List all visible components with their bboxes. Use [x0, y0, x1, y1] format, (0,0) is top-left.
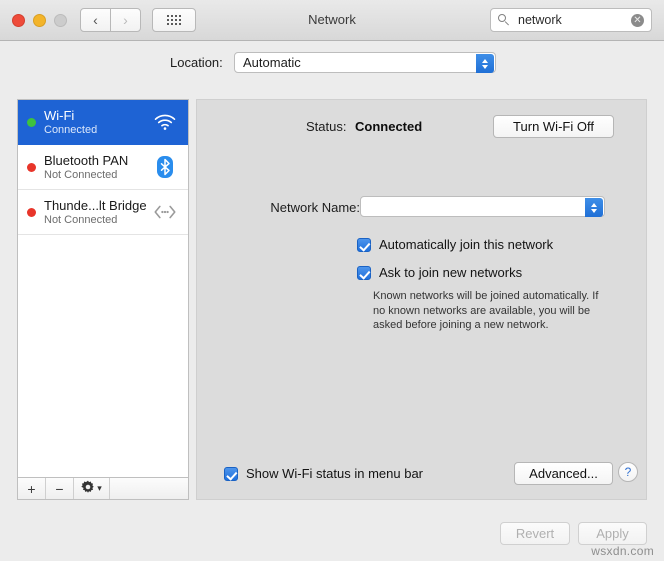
network-service-list[interactable]: Wi-Fi Connected Bluetooth PAN Not Connec [17, 99, 189, 478]
thunderbolt-bridge-icon [152, 199, 178, 225]
service-state: Connected [44, 124, 98, 136]
status-dot-disconnected [27, 162, 36, 172]
revert-label: Revert [515, 526, 555, 541]
ask-join-label: Ask to join new networks [379, 265, 523, 280]
service-name: Wi-Fi [44, 108, 75, 123]
auto-join-checkbox[interactable] [357, 238, 371, 252]
sidebar-item-wifi[interactable]: Wi-Fi Connected [18, 100, 188, 145]
location-dropdown[interactable]: Automatic [234, 52, 496, 73]
service-state: Not Connected [44, 169, 118, 181]
apply-button[interactable]: Apply [578, 522, 647, 545]
service-list-toolbar: + − ▾ [17, 478, 189, 500]
auto-join-label: Automatically join this network [379, 237, 554, 252]
location-row: Location: Automatic [0, 41, 664, 91]
service-actions-button[interactable]: ▾ [74, 478, 110, 499]
add-service-button[interactable]: + [18, 478, 46, 499]
minus-icon: − [55, 480, 64, 497]
advanced-label: Advanced... [529, 466, 598, 481]
wifi-settings-panel: Status: Connected Turn Wi-Fi Off Network… [196, 99, 647, 500]
stepper-arrows-icon[interactable] [476, 54, 494, 73]
advanced-button[interactable]: Advanced... [514, 462, 613, 485]
help-button[interactable]: ? [618, 462, 638, 482]
show-menubar-checkbox[interactable] [224, 467, 238, 481]
service-name: Bluetooth PAN [44, 153, 129, 168]
join-help-text: Known networks will be joined automatica… [373, 290, 599, 331]
service-state: Not Connected [44, 214, 118, 226]
toolbar-filler [110, 478, 188, 499]
status-label: Status: [306, 119, 347, 134]
bluetooth-icon [152, 154, 178, 180]
status-dot-disconnected [27, 207, 36, 217]
apply-label: Apply [596, 526, 629, 541]
question-mark-icon: ? [624, 465, 632, 479]
location-value: Automatic [243, 55, 301, 70]
status-value: Connected [355, 119, 423, 134]
show-menubar-checkbox-row[interactable]: Show Wi-Fi status in menu bar [224, 467, 423, 481]
turn-wifi-off-button[interactable]: Turn Wi-Fi Off [493, 115, 614, 138]
location-label: Location: [170, 55, 223, 70]
remove-service-button[interactable]: − [46, 478, 74, 499]
search-field[interactable]: network ✕ [490, 8, 652, 32]
search-icon [498, 14, 510, 26]
stepper-arrows-icon[interactable] [585, 198, 603, 217]
wifi-icon [152, 109, 178, 135]
gear-icon [81, 480, 95, 497]
auto-join-checkbox-row[interactable]: Automatically join this network [357, 238, 553, 252]
clear-search-icon[interactable]: ✕ [631, 13, 644, 27]
network-name-label: Network Name: [270, 200, 360, 215]
ask-join-checkbox[interactable] [357, 266, 371, 280]
search-input[interactable]: network [518, 13, 631, 27]
show-menubar-label: Show Wi-Fi status in menu bar [246, 466, 424, 481]
plus-icon: + [27, 480, 36, 497]
status-dot-connected [27, 117, 36, 127]
turn-wifi-off-label: Turn Wi-Fi Off [513, 119, 594, 134]
network-preferences-window: ‹ › Network network ✕ Location: Automati… [0, 0, 664, 561]
revert-button[interactable]: Revert [500, 522, 570, 545]
service-name: Thunde...lt Bridge [44, 198, 147, 213]
network-name-dropdown[interactable] [360, 196, 605, 217]
sidebar-item-thunderbolt-bridge[interactable]: Thunde...lt Bridge Not Connected [18, 190, 188, 235]
chevron-down-icon: ▾ [97, 483, 102, 493]
window-titlebar: ‹ › Network network ✕ [0, 0, 664, 41]
sidebar-item-bluetooth-pan[interactable]: Bluetooth PAN Not Connected [18, 145, 188, 190]
ask-join-checkbox-row[interactable]: Ask to join new networks [357, 266, 522, 280]
watermark: wsxdn.com [591, 544, 654, 558]
